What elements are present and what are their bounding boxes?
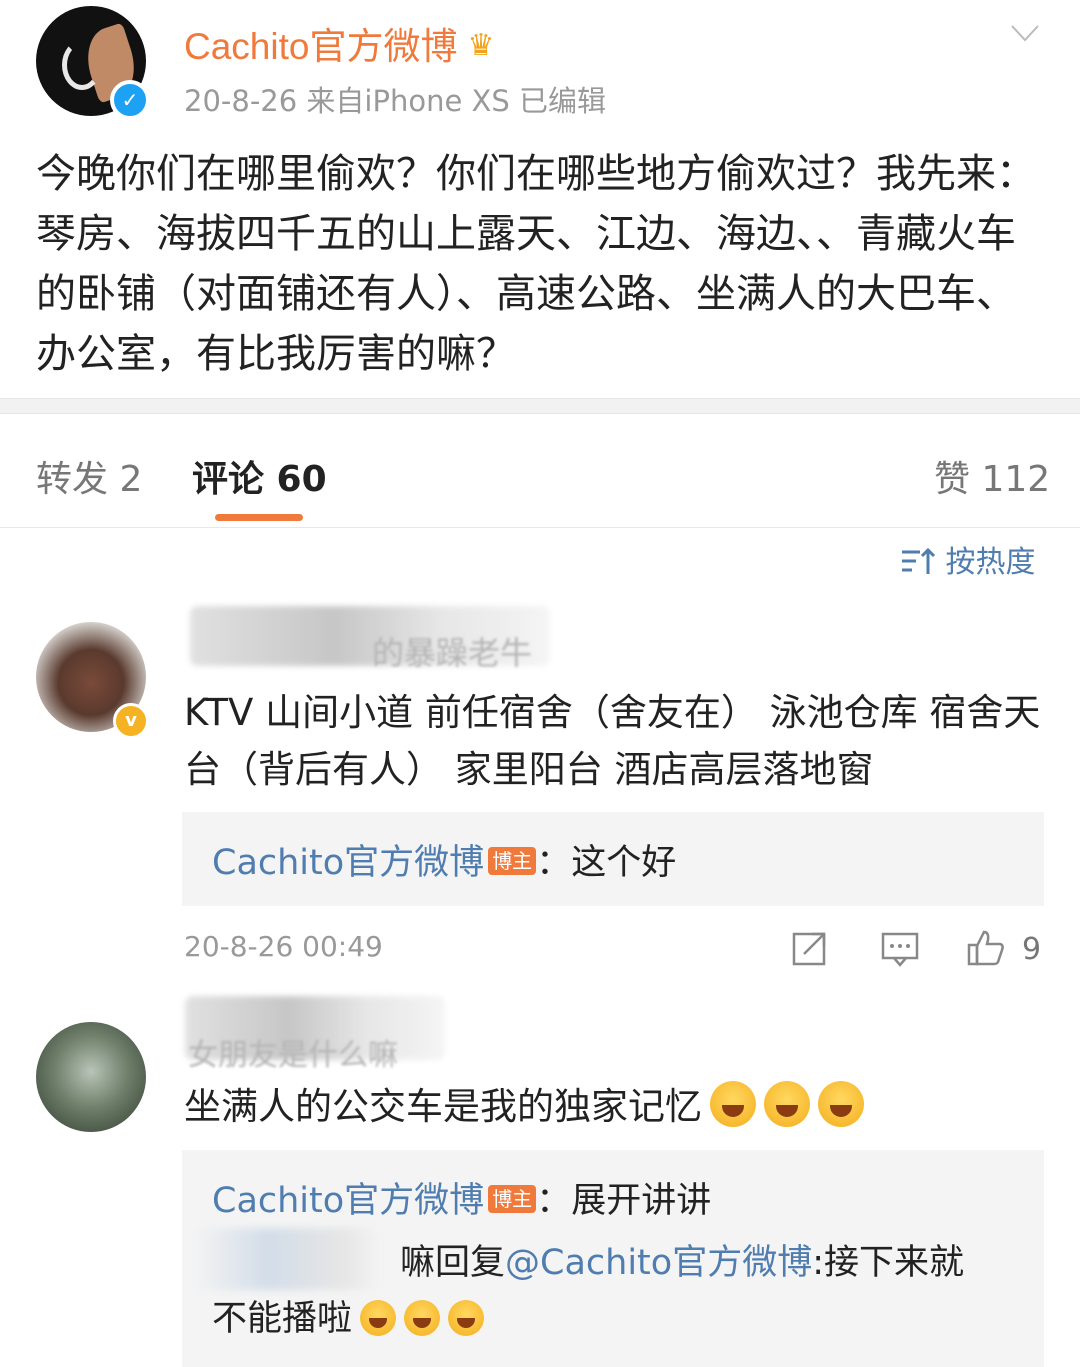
avatar-logo-curl bbox=[62, 40, 102, 90]
nested-reply-text: :接下来就 bbox=[812, 1243, 964, 1283]
reply-author[interactable]: Cachito官方微博 bbox=[212, 843, 484, 883]
comment-icon[interactable] bbox=[880, 928, 920, 968]
reply-line: Cachito官方微博 博主 ：这个好 bbox=[212, 834, 676, 885]
post-tabs: 转发 2 评论 60 赞 112 bbox=[0, 414, 1080, 528]
sort-label: 按热度 bbox=[945, 545, 1036, 580]
verified-badge-icon: ✓ bbox=[110, 80, 150, 120]
verified-gold-icon: v bbox=[113, 703, 149, 739]
grin-emoji-icon bbox=[448, 1300, 485, 1336]
forward-icon[interactable] bbox=[790, 928, 830, 968]
laugh-cry-emoji-icon bbox=[710, 1081, 756, 1127]
mention-link[interactable]: @Cachito官方微博 bbox=[505, 1243, 812, 1283]
reply-author[interactable]: Cachito官方微博 bbox=[212, 1181, 484, 1221]
reply-line: Cachito官方微博 博主 ：展开讲讲 bbox=[212, 1172, 711, 1223]
tab-comments[interactable]: 评论 60 bbox=[192, 450, 327, 502]
commenter-avatar[interactable] bbox=[36, 1022, 146, 1132]
tab-likes[interactable]: 赞 112 bbox=[934, 450, 1050, 502]
chevron-down-icon[interactable] bbox=[1010, 18, 1040, 48]
sort-icon bbox=[902, 547, 936, 574]
comment-text: KTV 山间小道 前任宿舍（舍友在） 泳池仓库 宿舍天台（背后有人） 家里阳台 … bbox=[184, 691, 1041, 791]
sort-by-hot-button[interactable]: 按热度 bbox=[900, 537, 1036, 581]
reply-prefix: 嘛回复 bbox=[400, 1243, 506, 1283]
post-meta: 20-8-26 来自iPhone XS 已编辑 bbox=[184, 84, 607, 118]
post-text: 今晚你们在哪里偷欢？你们在哪些地方偷欢过？我先来：琴房、海拔四千五的山上露天、江… bbox=[36, 151, 1036, 377]
like-count: 9 bbox=[1022, 932, 1042, 967]
reply-box[interactable]: Cachito官方微博 博主 ：展开讲讲 嘛回复@Cachito官方微博:接下来就 … bbox=[182, 1150, 1044, 1367]
nested-reply-line-2: 不能播啦 bbox=[212, 1290, 485, 1341]
host-badge: 博主 bbox=[488, 847, 537, 875]
nested-reply-text-2: 不能播啦 bbox=[212, 1299, 353, 1339]
grin-emoji-icon bbox=[404, 1300, 441, 1336]
section-divider bbox=[0, 398, 1080, 414]
reply-text: ：这个好 bbox=[536, 843, 677, 883]
post-card: ✓ Cachito官方微博 ♛ 20-8-26 来自iPhone XS 已编辑 今… bbox=[0, 0, 1080, 400]
grin-emoji-icon bbox=[360, 1300, 397, 1336]
author-name[interactable]: Cachito官方微博 ♛ bbox=[184, 16, 494, 70]
host-badge: 博主 bbox=[488, 1185, 537, 1213]
commenter-name[interactable]: 女朋友是什么嘛 bbox=[188, 1030, 398, 1074]
comment-timestamp: 20-8-26 00:49 bbox=[184, 930, 383, 963]
reply-box[interactable]: Cachito官方微博 博主 ：这个好 bbox=[182, 812, 1044, 906]
commenter-name[interactable]: 的暴躁老牛 bbox=[372, 628, 532, 674]
like-icon[interactable] bbox=[966, 928, 1006, 968]
comment-text: 坐满人的公交车是我的独家记忆 bbox=[184, 1078, 1044, 1135]
active-tab-indicator bbox=[215, 514, 303, 521]
tab-repost[interactable]: 转发 2 bbox=[36, 450, 142, 502]
crown-icon: ♛ bbox=[467, 29, 495, 62]
reply-text: ：展开讲讲 bbox=[536, 1181, 712, 1221]
nested-reply-line: 嘛回复@Cachito官方微博:接下来就 bbox=[400, 1234, 964, 1285]
laugh-cry-emoji-icon bbox=[764, 1081, 810, 1127]
blurred-username bbox=[192, 1228, 382, 1290]
laugh-cry-emoji-icon bbox=[818, 1081, 864, 1127]
